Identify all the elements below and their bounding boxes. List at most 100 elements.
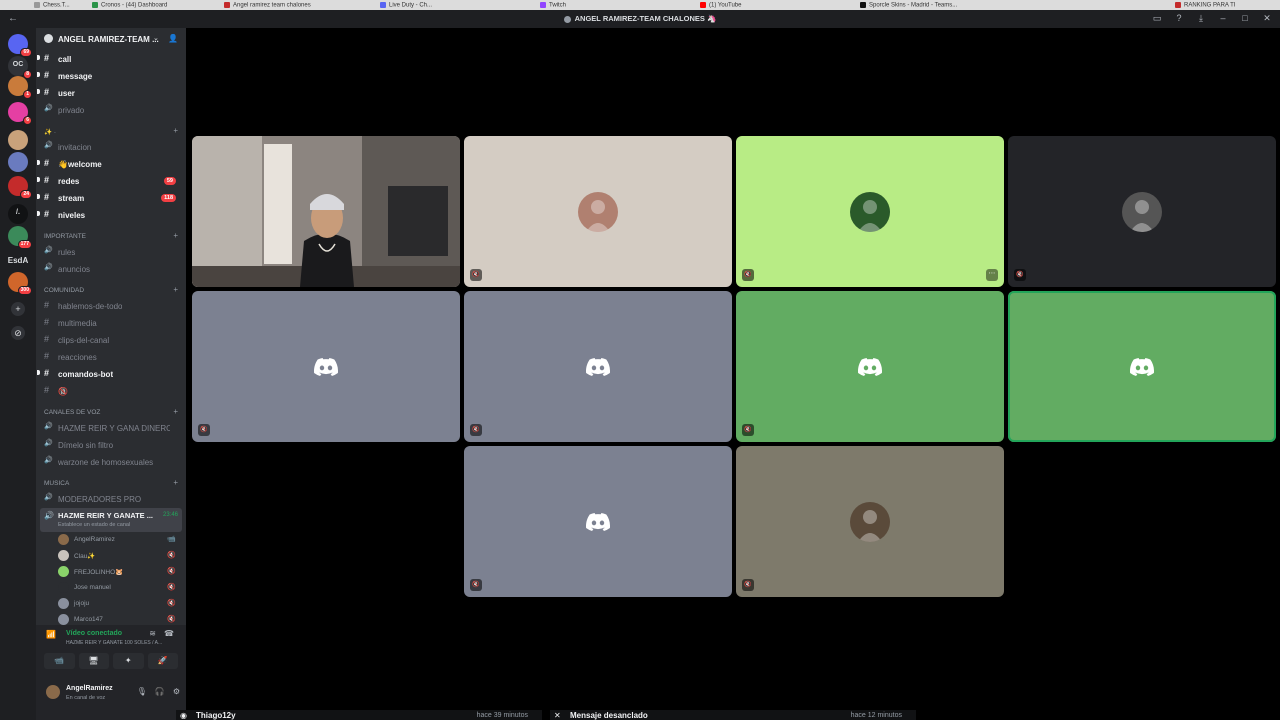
browser-tab[interactable]: Sporcle Skins - Madrid - Teams...	[860, 2, 1165, 10]
video-tile[interactable]: 🔇	[464, 446, 732, 597]
voice-user[interactable]: FREJOLINHO🐹 🔇	[56, 564, 182, 580]
category-header[interactable]: Canales de voz +	[44, 407, 184, 419]
video-tile[interactable]: 🔇 ⋯	[736, 136, 1004, 287]
channel-item[interactable]: # redes 59	[37, 174, 182, 188]
noise-suppression-icon[interactable]: ≋	[149, 629, 156, 638]
add-channel-icon[interactable]: +	[173, 126, 178, 135]
channel-item[interactable]: 🔊 MODERADORES PRO	[42, 492, 182, 506]
add-server-icon[interactable]: +	[11, 302, 25, 316]
download-icon[interactable]: ⤓	[1196, 13, 1206, 24]
channel-item[interactable]: 🔊 privado	[42, 103, 182, 117]
server-icon-server-4[interactable]	[8, 130, 28, 150]
server-icon-server-3[interactable]: 6	[8, 102, 32, 125]
video-tile[interactable]: 🔇	[1008, 136, 1276, 287]
voice-user[interactable]: Marco147 🔇	[56, 612, 182, 628]
server-icon-server-9[interactable]: 300	[8, 272, 32, 295]
channel-item[interactable]: 🔊 HAZME REIR Y GANA DINERO ...	[42, 421, 182, 435]
guild-header[interactable]: ANGEL RAMIREZ-TEAM ... ⌄ 👤	[36, 28, 186, 50]
server-icon-server-2[interactable]: 1	[8, 76, 32, 99]
add-channel-icon[interactable]: +	[173, 407, 178, 416]
server-icon-discord-home[interactable]: 69	[8, 34, 32, 57]
add-channel-icon[interactable]: +	[173, 231, 178, 240]
help-icon[interactable]: ?	[1174, 13, 1184, 24]
channel-item[interactable]: # message	[37, 69, 182, 83]
voice-connected-channel[interactable]: HAZME REIR Y GANATE 100 SOLES / A...	[66, 640, 162, 646]
channel-item[interactable]: 🔊 anuncios	[42, 262, 182, 276]
category-header[interactable]: ✨ · +	[44, 126, 184, 138]
browser-tab[interactable]: Twitch	[540, 2, 690, 10]
maximize-icon[interactable]: □	[1240, 13, 1250, 24]
soundboard-button[interactable]: 🚀	[147, 653, 178, 669]
notification-item[interactable]: ◉ Thiago12y hace 39 minutos	[176, 710, 542, 720]
video-tile[interactable]: 🔇	[464, 291, 732, 442]
channel-item[interactable]: # niveles	[37, 208, 182, 222]
channel-item[interactable]: # reacciones	[42, 350, 182, 364]
settings-gear-icon[interactable]: ⚙	[173, 687, 180, 696]
title-row: ← ANGEL RAMIREZ-TEAM CHALONES 🦄 ▭ ? ⤓ – …	[0, 11, 1280, 28]
video-tile[interactable]: 🔇	[736, 446, 1004, 597]
channel-label: rules	[58, 248, 76, 257]
screen-share-button[interactable]: 🖥	[78, 653, 109, 669]
browser-tab[interactable]: Angel ramirez team chalones	[224, 2, 370, 10]
video-tile[interactable]: 🔇	[464, 136, 732, 287]
voice-user[interactable]: Jose manuel 🔇	[56, 580, 182, 596]
video-tile[interactable]	[1008, 291, 1276, 442]
channel-item[interactable]: # 🔞	[42, 384, 182, 398]
signal-icon[interactable]: 📶	[46, 630, 56, 639]
server-icon-server-6[interactable]: 24	[8, 176, 32, 199]
activities-button[interactable]: ✦	[113, 653, 144, 669]
channel-item[interactable]: # hablemos-de-todo	[42, 299, 182, 313]
channel-item[interactable]: # call	[37, 52, 182, 66]
add-channel-icon[interactable]: +	[173, 285, 178, 294]
browser-tab[interactable]: Chess.T...	[34, 2, 82, 10]
avatar[interactable]	[46, 685, 60, 699]
browser-tab[interactable]: Live Duty - Ch...	[380, 2, 530, 10]
inbox-icon[interactable]: ▭	[1152, 13, 1162, 24]
channel-item[interactable]: # 👋welcome	[37, 157, 182, 171]
explore-compass-icon[interactable]: ⊘	[11, 326, 25, 340]
voice-user[interactable]: AngelRamirez 📹	[56, 532, 182, 548]
channel-item[interactable]: 🔊 rules	[42, 245, 182, 259]
minimize-icon[interactable]: –	[1218, 13, 1228, 24]
user-name[interactable]: AngelRamirez	[66, 685, 113, 692]
voice-user[interactable]: jojoju 🔇	[56, 596, 182, 612]
add-channel-icon[interactable]: +	[173, 478, 178, 487]
server-label-esda[interactable]: EsdA	[0, 256, 36, 265]
category-header[interactable]: MUSICA +	[44, 478, 184, 490]
muted-mic-icon: 🔇	[167, 616, 176, 623]
server-icon-server-oc[interactable]: OC 8	[8, 56, 32, 79]
notification-item[interactable]: ✕ Mensaje desanclado hace 12 minutos	[550, 710, 916, 720]
server-icon-server-5[interactable]	[8, 152, 28, 172]
add-member-icon[interactable]: 👤	[168, 34, 178, 43]
channel-item[interactable]: 🔊 warzone de homosexuales	[42, 455, 182, 469]
more-options-icon[interactable]: ⋯	[986, 269, 998, 281]
browser-tab[interactable]: (1) YouTube	[700, 2, 850, 10]
avatar	[58, 582, 69, 593]
voice-user[interactable]: Clau✨ 🔇	[56, 548, 182, 564]
chevron-down-icon[interactable]: ⌄	[153, 34, 159, 42]
video-tile[interactable]: 🔇	[192, 291, 460, 442]
channel-item[interactable]: 🔊 invitacion	[42, 140, 182, 154]
channel-item[interactable]: # comandos-bot	[37, 367, 182, 381]
close-icon[interactable]: ✕	[1262, 13, 1272, 24]
disconnect-icon[interactable]: ☎	[164, 629, 174, 638]
camera-feed-tile[interactable]	[192, 136, 460, 287]
notification-time: hace 12 minutos	[850, 712, 902, 719]
channel-item[interactable]: # multimedia	[42, 316, 182, 330]
channel-item[interactable]: # stream 118	[37, 191, 182, 205]
channel-item[interactable]: # clips-del-canal	[42, 333, 182, 347]
channel-item[interactable]: # user	[37, 86, 182, 100]
microphone-icon[interactable]: 🎙	[137, 687, 147, 696]
category-header[interactable]: COMUNIDAD +	[44, 285, 184, 297]
category-header[interactable]: IMPORTANTE +	[44, 231, 184, 243]
camera-button[interactable]: 📹	[44, 653, 75, 669]
browser-tab[interactable]: Cronos - (44) Dashboard	[92, 2, 214, 10]
channel-item[interactable]: 🔊 Dímelo sin filtro	[42, 438, 182, 452]
browser-tab[interactable]: RANKING PARA TI	[1175, 2, 1275, 10]
server-icon-server-7[interactable]: /.	[8, 204, 28, 224]
server-icon-server-8[interactable]: 177	[8, 226, 32, 249]
voice-status-hint[interactable]: Establece un estado de canal	[58, 522, 130, 528]
video-tile[interactable]: 🔇	[736, 291, 1004, 442]
headphones-icon[interactable]: 🎧	[155, 687, 165, 696]
active-voice-channel[interactable]: 🔊 HAZME REIR Y GANATE ... 23:46 Establece u…	[40, 508, 182, 532]
